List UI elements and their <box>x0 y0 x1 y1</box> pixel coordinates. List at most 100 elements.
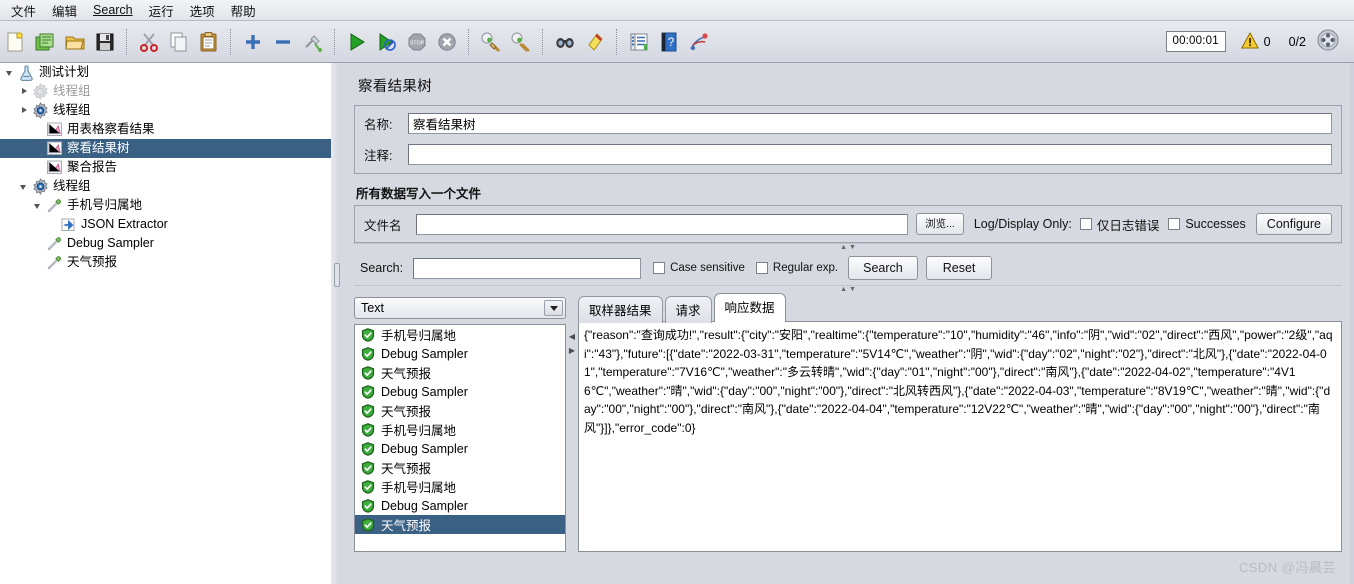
tree-twisty-placeholder <box>32 256 45 269</box>
chevron-down-icon[interactable] <box>32 199 45 212</box>
tree-node-4[interactable]: 察看结果树 <box>0 139 331 158</box>
reset-button[interactable]: Reset <box>925 256 993 280</box>
menu-item-options[interactable]: 选项 <box>182 0 223 22</box>
copy-icon[interactable] <box>165 26 193 58</box>
chevron-down-icon[interactable] <box>544 300 563 316</box>
tree-node-label: 线程组 <box>53 84 91 98</box>
successes-checkbox[interactable] <box>1168 218 1181 230</box>
collapse-strip-upper[interactable]: ▲ ▼ <box>354 243 1342 252</box>
chevron-left-icon[interactable]: ◀ <box>569 333 575 341</box>
chevron-down-icon[interactable]: ▼ <box>849 244 856 252</box>
response-data-text[interactable]: {"reason":"查询成功!","result":{"city":"安阳",… <box>578 321 1342 552</box>
thread-status-icon[interactable] <box>1316 28 1340 55</box>
list-item[interactable]: 手机号归属地 <box>355 477 565 496</box>
window-scrollbar[interactable] <box>1350 63 1354 584</box>
new-icon[interactable] <box>1 26 29 58</box>
tab-0[interactable]: 取样器结果 <box>578 296 663 323</box>
errors-only-checkbox[interactable] <box>1079 218 1092 230</box>
list-item[interactable]: 天气预报 <box>355 401 565 420</box>
tree-node-8[interactable]: JSON Extractor <box>0 215 331 234</box>
tree-twisty-placeholder <box>32 142 45 155</box>
tree-node-0[interactable]: 测试计划 <box>0 63 331 82</box>
open-icon[interactable] <box>61 26 89 58</box>
list-item[interactable]: Debug Sampler <box>355 382 565 401</box>
splitter-arrows[interactable]: ◀ ▶ <box>569 333 575 355</box>
chevron-down-icon[interactable] <box>4 66 17 79</box>
list-item[interactable]: 天气预报 <box>355 515 565 534</box>
file-group-title: 所有数据写入一个文件 <box>356 187 482 201</box>
start-no-pause-icon[interactable] <box>373 26 401 58</box>
case-sensitive-checkbox[interactable] <box>653 262 666 274</box>
chevron-down-icon[interactable]: ▼ <box>849 286 856 294</box>
paste-icon[interactable] <box>195 26 223 58</box>
comment-label: 注释: <box>364 149 393 163</box>
search-reset-icon[interactable] <box>581 26 609 58</box>
configure-button[interactable]: Configure <box>1255 213 1332 235</box>
success-shield-icon <box>361 403 375 418</box>
shutdown-icon[interactable] <box>433 26 461 58</box>
tree-node-9[interactable]: Debug Sampler <box>0 234 331 253</box>
menu-item-search[interactable]: Search <box>85 1 141 19</box>
comment-input[interactable] <box>408 144 1332 165</box>
chevron-right-icon[interactable]: ▶ <box>569 347 575 355</box>
cut-icon[interactable] <box>135 26 163 58</box>
toggle-icon[interactable] <box>299 26 327 58</box>
list-item[interactable]: 手机号归属地 <box>355 325 565 344</box>
tree-node-10[interactable]: 天气预报 <box>0 253 331 272</box>
name-input[interactable] <box>408 113 1332 134</box>
render-select[interactable]: Text <box>354 297 566 319</box>
tab-1[interactable]: 请求 <box>664 296 712 323</box>
stop-icon[interactable]: STOP <box>403 26 431 58</box>
browse-button[interactable]: 浏览... <box>916 213 964 235</box>
chevron-right-icon[interactable] <box>18 85 31 98</box>
templates-icon[interactable] <box>31 26 59 58</box>
file-group: 文件名 浏览... Log/Display Only: 仅日志错误 Succes… <box>354 205 1342 243</box>
sampler-result-list[interactable]: 手机号归属地 Debug Sampler 天气预报 Debug Sampler 天气预报… <box>354 324 566 552</box>
menu-item-file[interactable]: 文件 <box>3 0 44 22</box>
search-input[interactable] <box>413 257 642 279</box>
tree-node-5[interactable]: 聚合报告 <box>0 158 331 177</box>
clear-all-icon[interactable] <box>507 26 535 58</box>
list-item[interactable]: Debug Sampler <box>355 439 565 458</box>
tree-node-label: 聚合报告 <box>67 160 118 174</box>
chevron-up-icon[interactable]: ▲ <box>840 286 847 294</box>
menu-item-help[interactable]: 帮助 <box>223 0 264 22</box>
success-shield-icon <box>361 479 375 494</box>
tree-node-6[interactable]: 线程组 <box>0 177 331 196</box>
tree-twisty-placeholder <box>46 218 59 231</box>
warning-triangle-icon[interactable] <box>1240 31 1260 53</box>
expand-all-icon[interactable] <box>239 26 267 58</box>
menu-item-run[interactable]: 运行 <box>141 0 182 22</box>
function-helper-icon[interactable] <box>625 26 653 58</box>
tree-node-label: 测试计划 <box>39 65 90 79</box>
tree-node-7[interactable]: 手机号归属地 <box>0 196 331 215</box>
tree-twisty-placeholder <box>32 161 45 174</box>
collapse-all-icon[interactable] <box>269 26 297 58</box>
regular-exp-checkbox[interactable] <box>755 262 768 274</box>
collapse-strip-lower[interactable]: ▲ ▼ <box>354 285 1342 294</box>
chevron-down-icon[interactable] <box>18 180 31 193</box>
chevron-up-icon[interactable]: ▲ <box>840 244 847 252</box>
test-plan-tree[interactable]: 测试计划 线程组 线程组 用表格察看结果 察看结果树 聚合报告 线程组 手机号归属地 JSON … <box>0 63 332 584</box>
list-item[interactable]: Debug Sampler <box>355 344 565 363</box>
results-splitter[interactable]: ◀ ▶ <box>566 297 578 552</box>
clear-icon[interactable] <box>477 26 505 58</box>
tree-node-3[interactable]: 用表格察看结果 <box>0 120 331 139</box>
tree-node-2[interactable]: 线程组 <box>0 101 331 120</box>
chevron-right-icon[interactable] <box>18 104 31 117</box>
filename-input[interactable] <box>416 213 909 235</box>
menu-item-edit[interactable]: 编辑 <box>44 0 85 22</box>
save-icon[interactable] <box>91 26 119 58</box>
search-button[interactable]: Search <box>848 256 918 280</box>
tab-2[interactable]: 响应数据 <box>713 293 786 322</box>
list-item-label: 天气预报 <box>381 462 432 476</box>
search-icon[interactable] <box>551 26 579 58</box>
list-item[interactable]: 天气预报 <box>355 458 565 477</box>
undo-redo-icon[interactable] <box>685 26 713 58</box>
list-item[interactable]: 手机号归属地 <box>355 420 565 439</box>
list-item[interactable]: 天气预报 <box>355 363 565 382</box>
help-icon[interactable]: ? <box>655 26 683 58</box>
tree-node-1[interactable]: 线程组 <box>0 82 331 101</box>
list-item[interactable]: Debug Sampler <box>355 496 565 515</box>
start-icon[interactable] <box>343 26 371 58</box>
